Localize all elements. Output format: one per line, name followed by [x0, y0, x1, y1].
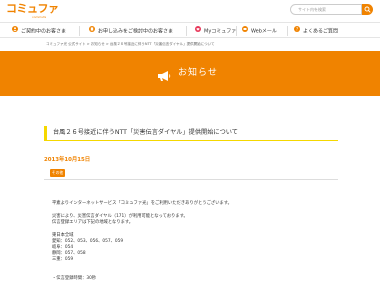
heart-icon — [195, 26, 201, 36]
body-line: 三重：059 — [52, 257, 74, 262]
search-input[interactable]: サイト内を検索 — [290, 4, 362, 15]
divider — [44, 179, 338, 180]
person-icon — [12, 26, 18, 36]
body-line: 伝言登録エリアは下記の地域となります。 — [52, 220, 134, 225]
nav-item-contracted[interactable]: ご契約中のお客さま — [12, 26, 66, 36]
megaphone-icon — [157, 67, 171, 86]
page-title: お知らせ — [178, 68, 218, 78]
nav-divider — [79, 26, 80, 36]
nav-divider — [186, 26, 187, 36]
page-banner: お知らせ — [0, 51, 380, 96]
breadcrumb[interactable]: コミュファ光 公式サイト > お知らせ > 台風２６号接近に伴うNTT「災害伝言… — [46, 42, 214, 47]
nav-item-label: お申し込みをご検討中のお客さま — [98, 28, 174, 35]
site-header: コミュファ commufa サイト内を検索 — [0, 0, 380, 22]
nav-item-mycommufa[interactable]: Myコミュファ — [195, 26, 236, 36]
logo-text: コミュファ — [6, 2, 59, 15]
article-title: 台風２６号接近に伴うNTT「災害伝言ダイヤル」提供開始について — [44, 126, 338, 141]
document-icon — [89, 26, 95, 36]
article-date: 2013年10月15日 — [44, 157, 91, 163]
nav-divider — [236, 26, 237, 36]
nav-item-label: Myコミュファ — [204, 28, 237, 35]
body-line: ・伝言登録時間：30秒 — [52, 276, 97, 281]
nav-item-prospective[interactable]: お申し込みをご検討中のお客さま — [89, 26, 173, 36]
category-badge: その他 — [50, 169, 65, 177]
nav-item-webmail[interactable]: Webメール — [242, 26, 277, 36]
nav-item-label: Webメール — [251, 28, 277, 35]
logo-subtext: commufa — [32, 15, 47, 19]
search-button[interactable] — [362, 4, 373, 15]
nav-item-label: ご契約中のお客さま — [21, 28, 67, 35]
question-icon: ? — [294, 26, 300, 36]
main-nav: ご契約中のお客さま お申し込みをご検討中のお客さま Myコミュファ Webメール… — [0, 22, 380, 38]
nav-item-faq[interactable]: ? よくあるご質問 — [294, 26, 338, 36]
search-icon — [364, 6, 371, 13]
nav-item-label: よくあるご質問 — [303, 28, 339, 35]
nav-divider — [287, 26, 288, 36]
commufa-logo[interactable]: コミュファ commufa — [6, 2, 59, 19]
body-line: 平素よりインターネットサービス「コミュファ光」をご利用いただきありがとうございま… — [52, 201, 232, 206]
mail-icon — [242, 26, 248, 36]
